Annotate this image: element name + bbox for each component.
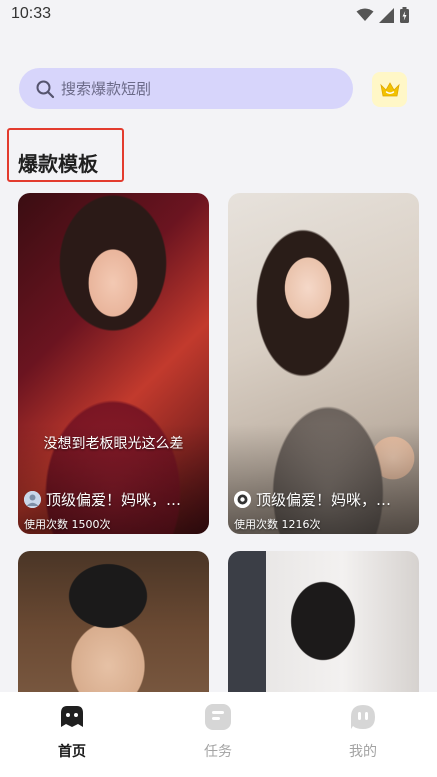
nav-label-task: 任务 — [204, 744, 232, 760]
crown-icon — [379, 82, 400, 97]
search-icon — [35, 79, 55, 99]
task-icon — [203, 702, 233, 732]
avatar — [234, 491, 251, 508]
status-bar: 10:33 — [0, 0, 437, 30]
bottom-nav: 首页 任务 我的 — [0, 692, 437, 777]
nav-label-home: 首页 — [58, 744, 86, 760]
nav-item-home[interactable]: 首页 — [32, 700, 112, 770]
battery-icon — [400, 7, 409, 23]
card-title: 顶级偏爱！妈咪，… — [256, 491, 392, 509]
card-title-row: 顶级偏爱！妈咪，… — [234, 489, 411, 510]
search-bar[interactable]: 搜索爆款短剧 — [19, 68, 353, 109]
card-title-row: 顶级偏爱！妈咪，… — [24, 489, 201, 510]
nav-item-task[interactable]: 任务 — [178, 700, 258, 770]
card-subtitle: 没想到老板眼光这么差 — [43, 436, 184, 452]
nav-item-mine[interactable]: 我的 — [323, 700, 403, 770]
search-placeholder: 搜索爆款短剧 — [61, 80, 152, 98]
template-card[interactable]: 顶级偏爱！妈咪，… 使用次数 1216次 — [228, 193, 419, 534]
status-icons — [356, 6, 409, 24]
avatar — [24, 491, 41, 508]
card-title: 顶级偏爱！妈咪，… — [46, 491, 182, 509]
template-card[interactable] — [228, 551, 419, 711]
section-title: 爆款模板 — [18, 152, 98, 176]
card-usage: 使用次数 1216次 — [234, 518, 321, 531]
status-time: 10:33 — [11, 5, 52, 22]
card-thumbnail — [18, 551, 209, 711]
wifi-icon — [356, 8, 374, 21]
signal-icon — [379, 7, 394, 23]
vip-button[interactable] — [372, 72, 407, 107]
profile-icon — [348, 702, 378, 732]
nav-label-mine: 我的 — [349, 744, 377, 760]
card-thumbnail — [228, 551, 419, 711]
template-card[interactable]: 没想到老板眼光这么差 顶级偏爱！妈咪，… 使用次数 1500次 — [18, 193, 209, 534]
home-icon — [57, 702, 87, 732]
template-card[interactable] — [18, 551, 209, 711]
card-usage: 使用次数 1500次 — [24, 518, 111, 531]
